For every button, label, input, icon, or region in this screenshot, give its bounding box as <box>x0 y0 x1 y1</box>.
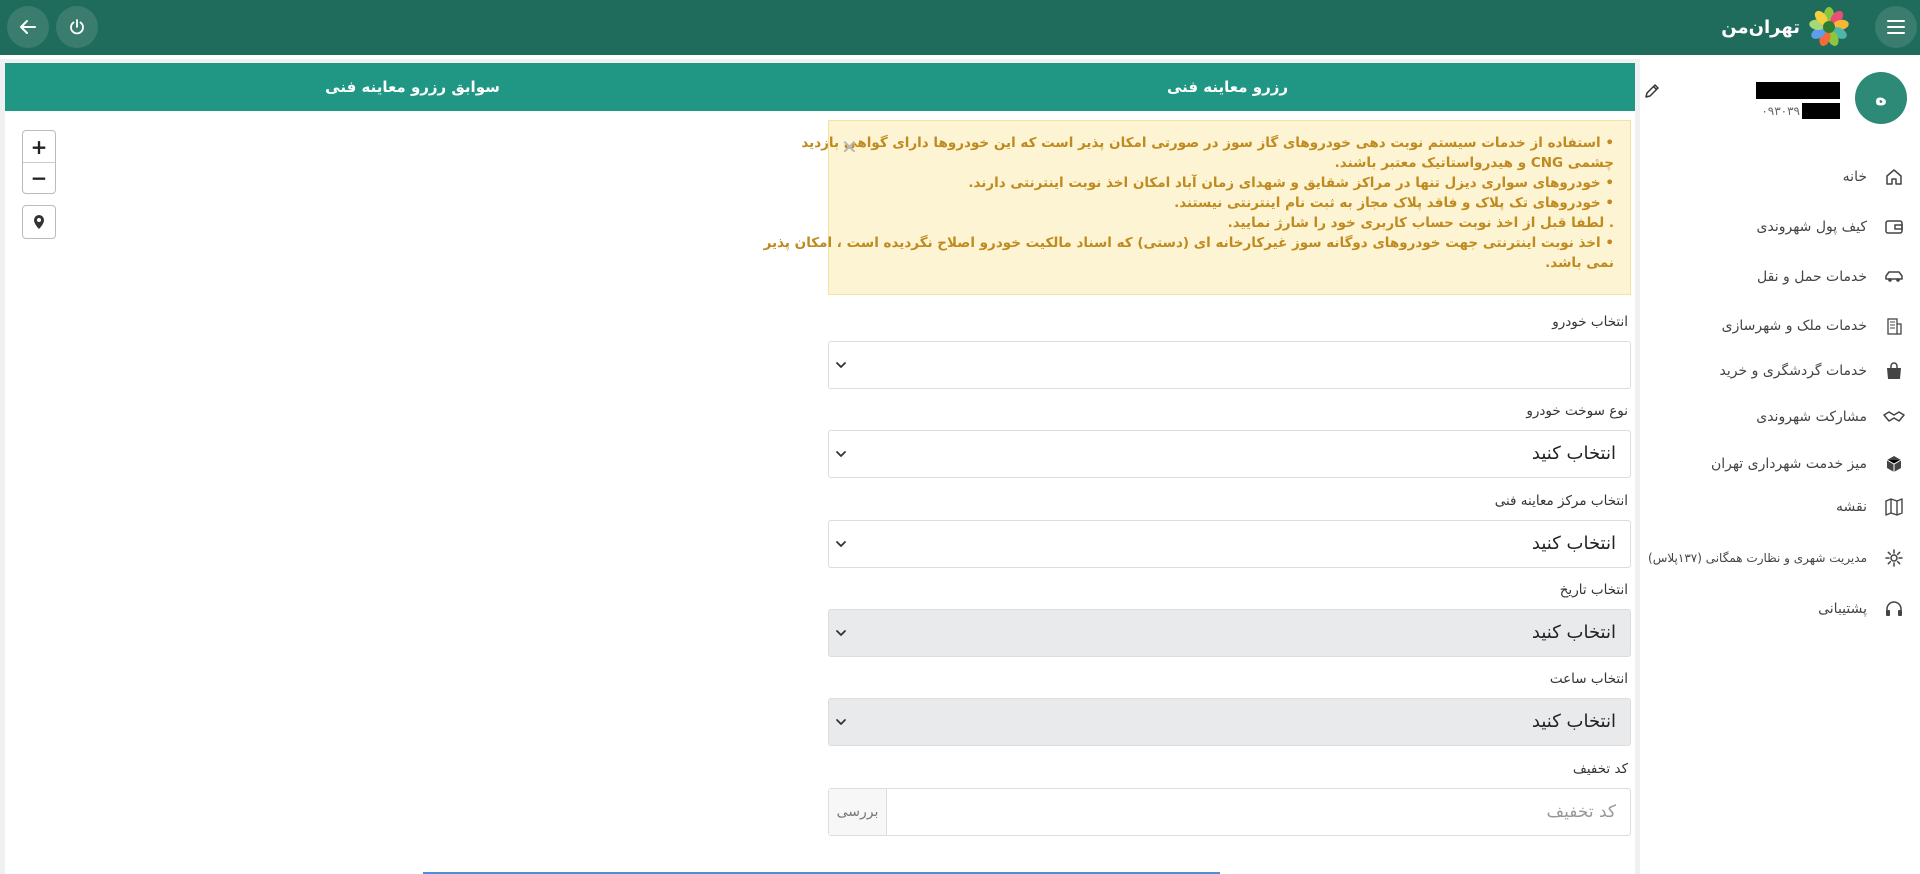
car-icon <box>1883 266 1905 288</box>
close-icon[interactable]: ✕ <box>841 135 858 159</box>
sidebar-item-home[interactable]: خانه <box>1640 159 1920 195</box>
sidebar-item-property[interactable]: خدمات ملک و شهرسازی <box>1640 308 1920 344</box>
sidebar-item-label: نقشه <box>1836 499 1867 515</box>
zoom-out-button[interactable]: − <box>23 162 55 193</box>
chevron-down-icon <box>836 719 846 725</box>
chevron-down-icon <box>836 630 846 636</box>
sidebar-item-label: میز خدمت شهرداری تهران <box>1710 456 1867 472</box>
phone-visible: ۰۹۳۰۳۹ <box>1761 104 1800 118</box>
user-name-redacted <box>1756 82 1840 99</box>
sidebar-item-label: مدیریت شهری و نظارت همگانی (۱۳۷پلاس) <box>1648 551 1867 565</box>
vehicle-select[interactable] <box>828 341 1631 389</box>
top-bar: تهران‌من <box>0 0 1920 55</box>
notice-line: • خودروهای تک پلاک و فاقد پلاک مجاز به ث… <box>1174 195 1614 211</box>
zoom-in-button[interactable]: + <box>23 131 55 162</box>
sidebar-item-label: خدمات گردشگری و خرید <box>1719 363 1867 379</box>
notice-line: • استفاده از خدمات سیستم نوبت دهی خودروه… <box>801 135 1614 151</box>
flower-logo-icon <box>1809 7 1849 46</box>
sidebar-item-map[interactable]: نقشه <box>1640 489 1920 525</box>
tab-bar: سوابق رزرو معاینه فنی رزرو معاینه فنی <box>5 63 1635 111</box>
tab-reservation-history[interactable]: سوابق رزرو معاینه فنی <box>5 63 820 111</box>
locate-button[interactable] <box>22 205 56 239</box>
power-button[interactable] <box>56 6 98 48</box>
chevron-down-icon <box>836 362 846 368</box>
sidebar-item-participation[interactable]: مشارکت شهروندی <box>1640 399 1920 435</box>
fuel-select[interactable]: انتخاب کنید <box>828 430 1631 478</box>
sidebar-item-label: مشارکت شهروندی <box>1756 409 1867 425</box>
edit-profile-button[interactable] <box>1644 83 1660 103</box>
map-icon <box>1883 496 1905 518</box>
header-divider <box>0 55 1920 59</box>
chevron-down-icon <box>836 451 846 457</box>
cube-icon <box>1883 453 1905 475</box>
date-select[interactable]: انتخاب کنید <box>828 609 1631 657</box>
arrow-left-icon <box>20 20 36 34</box>
power-icon <box>70 19 84 35</box>
discount-label: کد تخفیف <box>1572 761 1628 777</box>
notice-line: • اخذ نوبت اینترنتی جهت خودروهای دوگانه … <box>763 235 1614 251</box>
user-phone: ۰۹۳۰۳۹ <box>1761 103 1840 119</box>
notice-line: . لطفا قبل از اخذ نوبت حساب کاربری خود ر… <box>1227 215 1614 231</box>
handshake-icon <box>1883 406 1905 428</box>
building-icon <box>1883 315 1905 337</box>
map-zoom-control: + − <box>22 130 56 194</box>
sidebar-item-137plus[interactable]: مدیریت شهری و نظارت همگانی (۱۳۷پلاس) <box>1640 540 1920 576</box>
date-value: انتخاب کنید <box>1531 622 1616 643</box>
logo-text: تهران‌من <box>1721 16 1800 38</box>
check-discount-button[interactable]: بررسی <box>829 789 887 835</box>
center-label: انتخاب مرکز معاینه فنی <box>1494 493 1628 509</box>
discount-input[interactable] <box>887 789 1630 835</box>
hamburger-icon <box>1887 20 1905 34</box>
time-label: انتخاب ساعت <box>1549 671 1628 687</box>
time-select[interactable]: انتخاب کنید <box>828 698 1631 746</box>
sidebar-item-transport[interactable]: خدمات حمل و نقل <box>1640 259 1920 295</box>
menu-button[interactable] <box>1875 6 1917 48</box>
discount-group: بررسی <box>828 788 1631 836</box>
center-value: انتخاب کنید <box>1531 533 1616 554</box>
sidebar-item-label: خانه <box>1842 169 1867 185</box>
date-label: انتخاب تاریخ <box>1559 582 1628 598</box>
avatar[interactable]: ه <box>1855 72 1907 124</box>
notice-alert: • استفاده از خدمات سیستم نوبت دهی خودروه… <box>763 120 1631 295</box>
notice-line: نمی باشد. <box>1545 255 1614 271</box>
home-icon <box>1883 166 1905 188</box>
main-panel: سوابق رزرو معاینه فنی رزرو معاینه فنی + … <box>5 63 1635 874</box>
vehicle-label: انتخاب خودرو <box>1552 314 1628 330</box>
sidebar-item-label: پشتیبانی <box>1818 601 1867 617</box>
map-pin-icon <box>34 215 44 229</box>
center-select[interactable]: انتخاب کنید <box>828 520 1631 568</box>
sidebar-item-label: خدمات حمل و نقل <box>1757 269 1867 285</box>
back-button[interactable] <box>7 6 49 48</box>
sidebar-item-wallet[interactable]: کیف پول شهروندی <box>1640 209 1920 245</box>
avatar-letter: ه <box>1875 86 1887 110</box>
sidebar-item-support[interactable]: پشتیبانی <box>1640 591 1920 627</box>
notice-line: • خودروهای سواری دیزل تنها در مراکز شقای… <box>968 175 1614 191</box>
app-logo[interactable]: تهران‌من <box>1721 6 1850 48</box>
tab-reserve-inspection[interactable]: رزرو معاینه فنی <box>820 63 1635 111</box>
sidebar-item-service-desk[interactable]: میز خدمت شهرداری تهران <box>1640 446 1920 482</box>
sidebar-item-label: کیف پول شهروندی <box>1756 219 1867 235</box>
wallet-icon <box>1883 216 1905 238</box>
shopping-bag-icon <box>1883 360 1905 382</box>
sidebar-item-tourism[interactable]: خدمات گردشگری و خرید <box>1640 353 1920 389</box>
fuel-label: نوع سوخت خودرو <box>1526 403 1628 419</box>
gear-icon <box>1883 547 1905 569</box>
phone-redacted <box>1802 103 1840 119</box>
time-value: انتخاب کنید <box>1531 711 1616 732</box>
chevron-down-icon <box>836 541 846 547</box>
notice-line: چشمی CNG و هیدرواستاتیک معتبر باشند. <box>1334 155 1614 171</box>
sidebar: ه ۰۹۳۰۳۹ خانه کیف پول شهروندی خدمات حمل … <box>1640 59 1920 874</box>
fuel-value: انتخاب کنید <box>1531 443 1616 464</box>
sidebar-item-label: خدمات ملک و شهرسازی <box>1721 318 1867 334</box>
pencil-icon <box>1645 84 1659 98</box>
headset-icon <box>1883 598 1905 620</box>
